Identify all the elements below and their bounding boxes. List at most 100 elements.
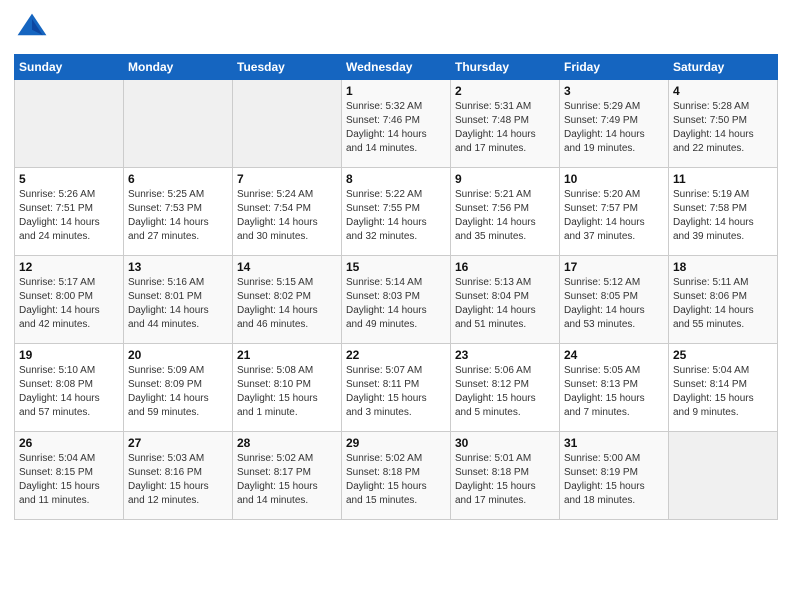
day-info: Sunrise: 5:04 AM Sunset: 8:14 PM Dayligh…	[673, 364, 773, 420]
calendar-cell: 13Sunrise: 5:16 AM Sunset: 8:01 PM Dayli…	[124, 256, 233, 344]
calendar: SundayMondayTuesdayWednesdayThursdayFrid…	[14, 54, 778, 520]
day-info: Sunrise: 5:02 AM Sunset: 8:17 PM Dayligh…	[237, 452, 337, 508]
day-number: 21	[237, 348, 337, 362]
day-number: 23	[455, 348, 555, 362]
day-number: 4	[673, 84, 773, 98]
day-number: 15	[346, 260, 446, 274]
calendar-cell: 3 Sunrise: 5:29 AM Sunset: 7:49 PM Daylig…	[560, 80, 669, 168]
calendar-cell: 22Sunrise: 5:07 AM Sunset: 8:11 PM Dayli…	[342, 344, 451, 432]
day-info: Sunrise: 5:19 AM Sunset: 7:58 PM Dayligh…	[673, 188, 773, 244]
day-info: Sunrise: 5:10 AM Sunset: 8:08 PM Dayligh…	[19, 364, 119, 420]
day-number: 17	[564, 260, 664, 274]
calendar-cell: 29 Sunrise: 5:02 AM Sunset: 8:18 PM Dayli…	[342, 432, 451, 520]
day-info: Sunrise: 5:02 AM Sunset: 8:18 PM Dayligh…	[346, 452, 446, 508]
day-number: 26	[19, 436, 119, 450]
calendar-cell: 23 Sunrise: 5:06 AM Sunset: 8:12 PM Dayli…	[451, 344, 560, 432]
calendar-cell: 25 Sunrise: 5:04 AM Sunset: 8:14 PM Dayli…	[669, 344, 778, 432]
calendar-cell: 30 Sunrise: 5:01 AM Sunset: 8:18 PM Dayli…	[451, 432, 560, 520]
weekday-header-thursday: Thursday	[451, 55, 560, 80]
calendar-cell: 15 Sunrise: 5:14 AM Sunset: 8:03 PM Dayli…	[342, 256, 451, 344]
day-number: 13	[128, 260, 228, 274]
day-info: Sunrise: 5:05 AM Sunset: 8:13 PM Dayligh…	[564, 364, 664, 420]
calendar-cell: 7 Sunrise: 5:24 AM Sunset: 7:54 PM Daylig…	[233, 168, 342, 256]
weekday-header-monday: Monday	[124, 55, 233, 80]
calendar-cell: 17 Sunrise: 5:12 AM Sunset: 8:05 PM Dayli…	[560, 256, 669, 344]
calendar-cell: 2Sunrise: 5:31 AM Sunset: 7:48 PM Daylig…	[451, 80, 560, 168]
day-number: 7	[237, 172, 337, 186]
day-info: Sunrise: 5:11 AM Sunset: 8:06 PM Dayligh…	[673, 276, 773, 332]
weekday-row: SundayMondayTuesdayWednesdayThursdayFrid…	[15, 55, 778, 80]
calendar-cell: 12Sunrise: 5:17 AM Sunset: 8:00 PM Dayli…	[15, 256, 124, 344]
calendar-cell: 31Sunrise: 5:00 AM Sunset: 8:19 PM Dayli…	[560, 432, 669, 520]
day-number: 11	[673, 172, 773, 186]
weekday-header-tuesday: Tuesday	[233, 55, 342, 80]
day-number: 8	[346, 172, 446, 186]
calendar-week-1: 1 Sunrise: 5:32 AM Sunset: 7:46 PM Daylig…	[15, 80, 778, 168]
day-number: 29	[346, 436, 446, 450]
calendar-cell: 1 Sunrise: 5:32 AM Sunset: 7:46 PM Daylig…	[342, 80, 451, 168]
day-info: Sunrise: 5:20 AM Sunset: 7:57 PM Dayligh…	[564, 188, 664, 244]
day-info: Sunrise: 5:26 AM Sunset: 7:51 PM Dayligh…	[19, 188, 119, 244]
calendar-cell: 14Sunrise: 5:15 AM Sunset: 8:02 PM Dayli…	[233, 256, 342, 344]
day-number: 5	[19, 172, 119, 186]
day-info: Sunrise: 5:28 AM Sunset: 7:50 PM Dayligh…	[673, 100, 773, 156]
calendar-week-3: 12Sunrise: 5:17 AM Sunset: 8:00 PM Dayli…	[15, 256, 778, 344]
day-number: 9	[455, 172, 555, 186]
day-number: 18	[673, 260, 773, 274]
calendar-header: SundayMondayTuesdayWednesdayThursdayFrid…	[15, 55, 778, 80]
day-number: 31	[564, 436, 664, 450]
day-number: 27	[128, 436, 228, 450]
calendar-week-5: 26 Sunrise: 5:04 AM Sunset: 8:15 PM Dayli…	[15, 432, 778, 520]
day-number: 6	[128, 172, 228, 186]
day-info: Sunrise: 5:09 AM Sunset: 8:09 PM Dayligh…	[128, 364, 228, 420]
calendar-cell: 4 Sunrise: 5:28 AM Sunset: 7:50 PM Daylig…	[669, 80, 778, 168]
calendar-cell	[669, 432, 778, 520]
calendar-cell: 5 Sunrise: 5:26 AM Sunset: 7:51 PM Daylig…	[15, 168, 124, 256]
day-info: Sunrise: 5:29 AM Sunset: 7:49 PM Dayligh…	[564, 100, 664, 156]
calendar-cell	[15, 80, 124, 168]
day-info: Sunrise: 5:32 AM Sunset: 7:46 PM Dayligh…	[346, 100, 446, 156]
calendar-week-2: 5 Sunrise: 5:26 AM Sunset: 7:51 PM Daylig…	[15, 168, 778, 256]
day-number: 25	[673, 348, 773, 362]
day-number: 10	[564, 172, 664, 186]
day-info: Sunrise: 5:03 AM Sunset: 8:16 PM Dayligh…	[128, 452, 228, 508]
calendar-cell: 20 Sunrise: 5:09 AM Sunset: 8:09 PM Dayli…	[124, 344, 233, 432]
day-number: 30	[455, 436, 555, 450]
calendar-cell: 21 Sunrise: 5:08 AM Sunset: 8:10 PM Dayli…	[233, 344, 342, 432]
calendar-cell: 9 Sunrise: 5:21 AM Sunset: 7:56 PM Daylig…	[451, 168, 560, 256]
calendar-cell: 6 Sunrise: 5:25 AM Sunset: 7:53 PM Daylig…	[124, 168, 233, 256]
calendar-cell: 19Sunrise: 5:10 AM Sunset: 8:08 PM Dayli…	[15, 344, 124, 432]
day-info: Sunrise: 5:22 AM Sunset: 7:55 PM Dayligh…	[346, 188, 446, 244]
day-info: Sunrise: 5:21 AM Sunset: 7:56 PM Dayligh…	[455, 188, 555, 244]
day-number: 1	[346, 84, 446, 98]
header	[14, 10, 778, 46]
weekday-header-friday: Friday	[560, 55, 669, 80]
weekday-header-saturday: Saturday	[669, 55, 778, 80]
day-info: Sunrise: 5:13 AM Sunset: 8:04 PM Dayligh…	[455, 276, 555, 332]
calendar-cell: 27 Sunrise: 5:03 AM Sunset: 8:16 PM Dayli…	[124, 432, 233, 520]
day-info: Sunrise: 5:08 AM Sunset: 8:10 PM Dayligh…	[237, 364, 337, 420]
day-number: 3	[564, 84, 664, 98]
calendar-cell	[233, 80, 342, 168]
day-info: Sunrise: 5:04 AM Sunset: 8:15 PM Dayligh…	[19, 452, 119, 508]
day-info: Sunrise: 5:24 AM Sunset: 7:54 PM Dayligh…	[237, 188, 337, 244]
day-number: 24	[564, 348, 664, 362]
day-info: Sunrise: 5:12 AM Sunset: 8:05 PM Dayligh…	[564, 276, 664, 332]
calendar-body: 1 Sunrise: 5:32 AM Sunset: 7:46 PM Daylig…	[15, 80, 778, 520]
day-info: Sunrise: 5:06 AM Sunset: 8:12 PM Dayligh…	[455, 364, 555, 420]
calendar-cell: 26 Sunrise: 5:04 AM Sunset: 8:15 PM Dayli…	[15, 432, 124, 520]
calendar-cell: 24 Sunrise: 5:05 AM Sunset: 8:13 PM Dayli…	[560, 344, 669, 432]
day-number: 2	[455, 84, 555, 98]
logo-icon	[14, 10, 50, 46]
calendar-week-4: 19Sunrise: 5:10 AM Sunset: 8:08 PM Dayli…	[15, 344, 778, 432]
calendar-cell: 16 Sunrise: 5:13 AM Sunset: 8:04 PM Dayli…	[451, 256, 560, 344]
day-info: Sunrise: 5:25 AM Sunset: 7:53 PM Dayligh…	[128, 188, 228, 244]
day-number: 14	[237, 260, 337, 274]
day-number: 20	[128, 348, 228, 362]
page: SundayMondayTuesdayWednesdayThursdayFrid…	[0, 0, 792, 612]
day-info: Sunrise: 5:17 AM Sunset: 8:00 PM Dayligh…	[19, 276, 119, 332]
day-number: 16	[455, 260, 555, 274]
calendar-cell: 11 Sunrise: 5:19 AM Sunset: 7:58 PM Dayli…	[669, 168, 778, 256]
day-info: Sunrise: 5:14 AM Sunset: 8:03 PM Dayligh…	[346, 276, 446, 332]
day-info: Sunrise: 5:01 AM Sunset: 8:18 PM Dayligh…	[455, 452, 555, 508]
